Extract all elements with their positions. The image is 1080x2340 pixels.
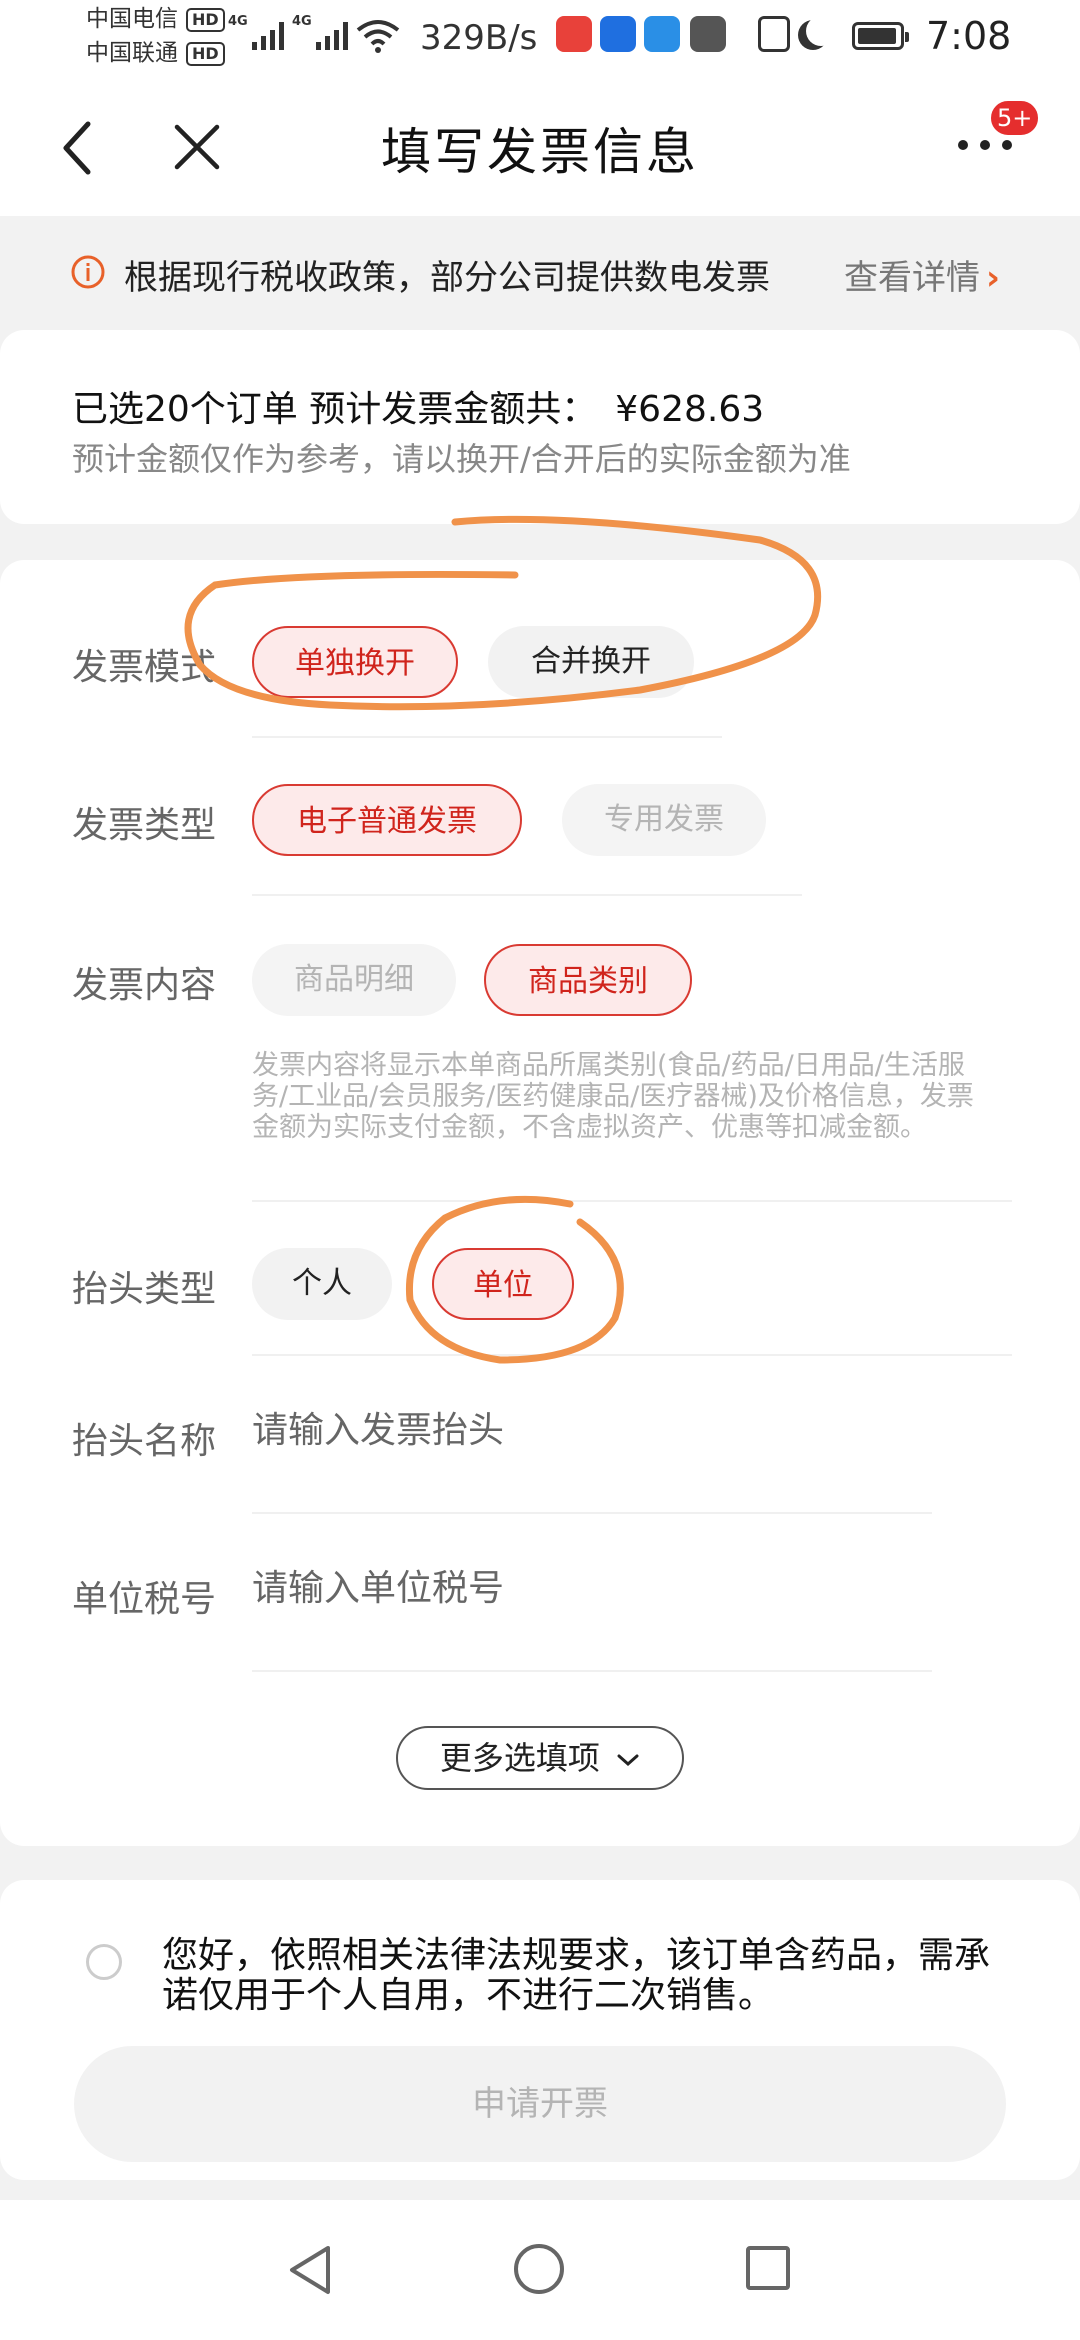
bulb-app-icon bbox=[600, 16, 636, 52]
view-details-link[interactable]: 查看详情 › bbox=[844, 250, 1000, 299]
invoice-type-label: 发票类型 bbox=[72, 805, 217, 846]
divider bbox=[252, 1354, 1012, 1356]
network-type-2: 4G bbox=[292, 14, 312, 29]
status-bar: 中国电信 HD 中国联通 HD 4G 4G 329B/s 7:08 bbox=[0, 0, 1080, 76]
title-name-input[interactable] bbox=[252, 1400, 932, 1460]
network-type-1: 4G bbox=[228, 14, 248, 29]
nav-back-icon[interactable] bbox=[286, 2244, 334, 2296]
chevron-down-icon bbox=[617, 1754, 639, 1767]
chevron-right-icon: › bbox=[986, 258, 1001, 298]
system-nav-bar bbox=[0, 2200, 1080, 2340]
moon-icon bbox=[806, 16, 836, 46]
notice-text: 根据现行税收政策，部分公司提供数电发票 bbox=[124, 258, 770, 298]
invoice-amount: ¥628.63 bbox=[615, 389, 765, 430]
nfc-icon bbox=[758, 16, 790, 52]
carrier-1: 中国电信 HD bbox=[86, 6, 225, 32]
commitment-checkbox[interactable] bbox=[86, 1944, 122, 1980]
battery-icon bbox=[852, 22, 909, 50]
title-company-button[interactable]: 单位 bbox=[432, 1248, 574, 1320]
signal-icon-2 bbox=[316, 20, 348, 50]
more-menu-icon[interactable] bbox=[958, 140, 1018, 160]
divider bbox=[252, 894, 802, 896]
invoice-form: 发票模式 单独换开 合并换开 发票类型 电子普通发票 专用发票 发票内容 商品明… bbox=[0, 560, 1080, 1846]
page-header: 填写发票信息 5+ bbox=[0, 76, 1080, 216]
tax-id-input[interactable] bbox=[252, 1558, 932, 1618]
invoice-content-label: 发票内容 bbox=[72, 965, 217, 1006]
title-personal-button[interactable]: 个人 bbox=[252, 1248, 392, 1320]
message-badge: 5+ bbox=[988, 98, 1042, 138]
info-icon bbox=[71, 255, 105, 289]
nav-recent-icon[interactable] bbox=[746, 2246, 790, 2290]
tax-notice: 根据现行税收政策，部分公司提供数电发票 查看详情 › bbox=[0, 218, 1080, 328]
upload-icon bbox=[690, 16, 726, 52]
wifi-icon bbox=[356, 20, 400, 53]
net-speed: 329B/s bbox=[420, 18, 538, 58]
nav-home-icon[interactable] bbox=[514, 2244, 564, 2294]
invoice-mode-label: 发票模式 bbox=[72, 647, 217, 688]
content-description: 发票内容将显示本单商品所属类别(食品/药品/日用品/生活服务/工业品/会员服务/… bbox=[252, 1050, 974, 1143]
mode-separate-button[interactable]: 单独换开 bbox=[252, 626, 458, 698]
type-electronic-button[interactable]: 电子普通发票 bbox=[252, 784, 522, 856]
clock: 7:08 bbox=[926, 14, 1012, 58]
title-name-label: 抬头名称 bbox=[72, 1421, 217, 1462]
tax-id-label: 单位税号 bbox=[72, 1579, 217, 1620]
divider bbox=[252, 1670, 932, 1672]
summary-card: 已选20个订单 预计发票金额共： ¥628.63 预计金额仅作为参考，请以换开/合… bbox=[0, 330, 1080, 524]
divider bbox=[252, 1200, 1012, 1202]
shop-app-icon bbox=[556, 16, 592, 52]
carrier-2: 中国联通 HD bbox=[86, 40, 225, 66]
weather-app-icon bbox=[644, 16, 680, 52]
page-title: 填写发票信息 bbox=[381, 123, 699, 181]
summary-line: 已选20个订单 预计发票金额共： ¥628.63 bbox=[72, 389, 765, 430]
signal-icon bbox=[252, 20, 284, 50]
content-category-button[interactable]: 商品类别 bbox=[484, 944, 692, 1016]
type-special-button[interactable]: 专用发票 bbox=[562, 784, 766, 856]
apply-invoice-button[interactable]: 申请开票 bbox=[74, 2046, 1006, 2162]
content-detail-button[interactable]: 商品明细 bbox=[252, 944, 456, 1016]
divider bbox=[252, 736, 722, 738]
summary-hint: 预计金额仅作为参考，请以换开/合开后的实际金额为准 bbox=[72, 440, 851, 478]
title-type-label: 抬头类型 bbox=[72, 1269, 217, 1310]
commitment-text: 您好，依照相关法律法规要求，该订单含药品，需承诺仅用于个人自用，不进行二次销售。 bbox=[162, 1935, 991, 2016]
mode-merge-button[interactable]: 合并换开 bbox=[488, 626, 694, 698]
more-options-button[interactable]: 更多选填项 bbox=[396, 1726, 684, 1790]
divider bbox=[252, 1512, 932, 1514]
